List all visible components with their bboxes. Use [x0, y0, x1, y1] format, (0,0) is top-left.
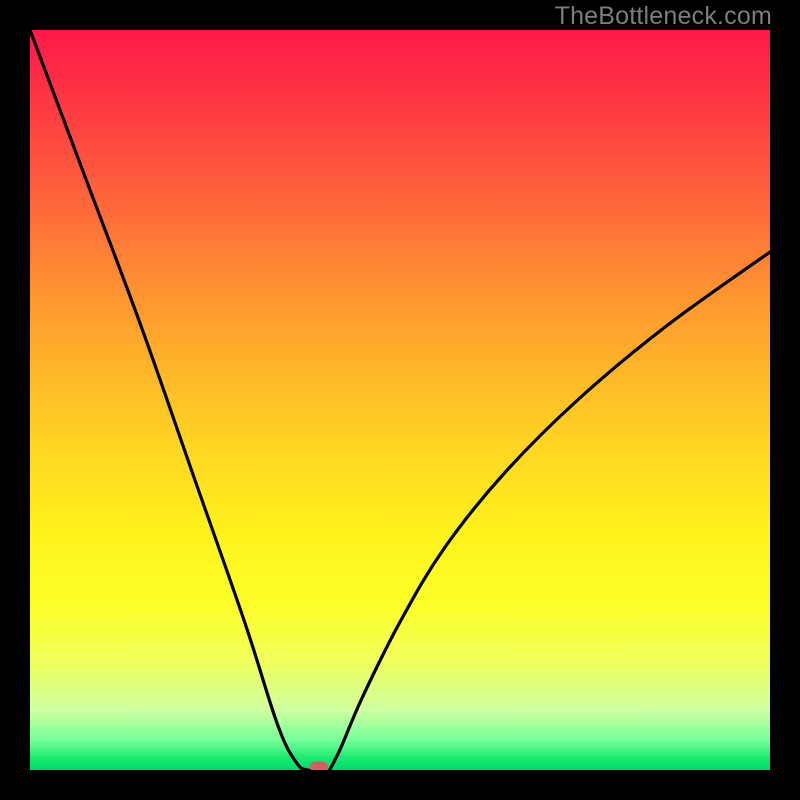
chart-frame: TheBottleneck.com [0, 0, 800, 800]
plot-area [30, 30, 770, 770]
bottleneck-curve [30, 30, 770, 770]
watermark-text: TheBottleneck.com [555, 2, 772, 31]
optimal-point-marker [310, 762, 328, 771]
